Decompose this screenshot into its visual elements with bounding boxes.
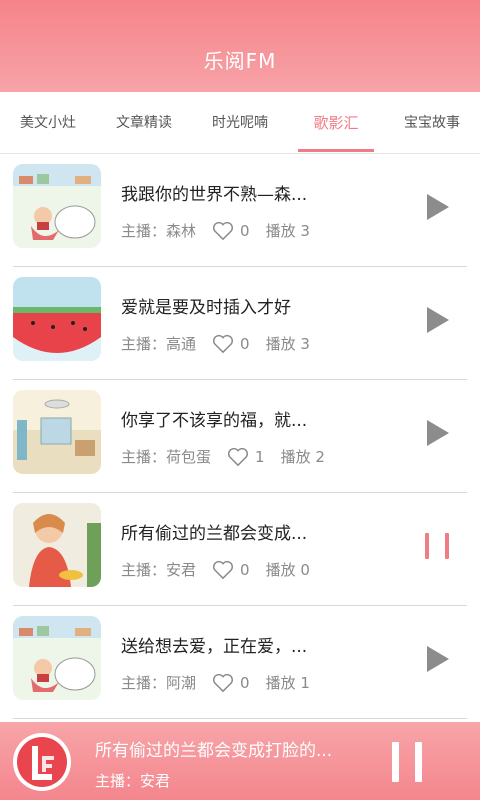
play-icon[interactable] (425, 644, 451, 674)
item-meta: 主播：阿潮 0 播放 1 (121, 672, 310, 693)
app-logo-icon (13, 733, 71, 791)
list-item[interactable]: 你享了不该享的福，就... 主播：荷包蛋 1 播放 2 (13, 380, 467, 493)
heart-icon[interactable] (212, 334, 234, 354)
like-count: 0 (240, 334, 250, 353)
heart-icon[interactable] (212, 560, 234, 580)
anchor-name: 主播：高通 (121, 335, 197, 353)
item-title: 爱就是要及时插入才好 (121, 298, 291, 318)
item-meta: 主播：安君 0 播放 0 (121, 559, 310, 580)
item-title: 我跟你的世界不熟—森... (121, 185, 308, 205)
anchor-name: 主播：森林 (121, 222, 197, 240)
play-count: 播放 3 (265, 335, 310, 353)
tab-shiguang[interactable]: 时光呢喃 (192, 92, 288, 154)
like-count: 0 (240, 221, 250, 240)
item-meta: 主播：森林 0 播放 3 (121, 220, 310, 241)
heart-icon[interactable] (212, 221, 234, 241)
anchor-name: 主播：阿潮 (121, 674, 197, 692)
list-item[interactable]: 送给想去爱，正在爱，... 主播：阿潮 0 播放 1 (13, 606, 467, 719)
tab-geying[interactable]: 歌影汇 (288, 92, 384, 154)
item-meta: 主播：高通 0 播放 3 (121, 333, 310, 354)
play-count: 播放 1 (265, 674, 310, 692)
now-playing-bar[interactable]: 所有偷过的兰都会变成打脸的... 主播：安君 (0, 722, 480, 800)
app-title: 乐阅FM (203, 49, 277, 73)
heart-icon[interactable] (227, 447, 249, 467)
anchor-name: 主播：荷包蛋 (121, 448, 212, 466)
play-count: 播放 3 (265, 222, 310, 240)
anchor-name: 主播：安君 (121, 561, 197, 579)
play-icon[interactable] (425, 418, 451, 448)
cover-image (13, 390, 101, 474)
app-header: 乐阅FM (0, 0, 480, 92)
list-item[interactable]: 所有偷过的兰都会变成... 主播：安君 0 播放 0 (13, 493, 467, 606)
heart-icon[interactable] (212, 673, 234, 693)
cover-image (13, 164, 101, 248)
list-item[interactable]: 爱就是要及时插入才好 主播：高通 0 播放 3 (13, 267, 467, 380)
like-count: 0 (240, 560, 250, 579)
cover-image (13, 503, 101, 587)
like-count: 1 (255, 447, 265, 466)
play-icon[interactable] (425, 192, 451, 222)
item-title: 所有偷过的兰都会变成... (121, 524, 308, 544)
item-meta: 主播：荷包蛋 1 播放 2 (121, 446, 325, 467)
like-count: 0 (240, 673, 250, 692)
cover-image (13, 277, 101, 361)
tab-jingdu[interactable]: 文章精读 (96, 92, 192, 154)
category-tabs: 美文小灶 文章精读 时光呢喃 歌影汇 宝宝故事 (0, 92, 480, 154)
pause-icon[interactable] (392, 742, 422, 782)
item-title: 送给想去爱，正在爱，... (121, 637, 308, 657)
cover-image (13, 616, 101, 700)
pause-icon[interactable] (425, 533, 449, 559)
list-item[interactable]: 我跟你的世界不熟—森... 主播：森林 0 播放 3 (13, 154, 467, 267)
now-playing-title: 所有偷过的兰都会变成打脸的... (95, 741, 333, 761)
play-count: 播放 2 (280, 448, 325, 466)
tab-meiwen[interactable]: 美文小灶 (0, 92, 96, 154)
item-title: 你享了不该享的福，就... (121, 411, 308, 431)
play-icon[interactable] (425, 305, 451, 335)
now-playing-anchor: 主播：安君 (95, 772, 171, 790)
play-count: 播放 0 (265, 561, 310, 579)
tab-baobao[interactable]: 宝宝故事 (384, 92, 480, 154)
audio-list: 我跟你的世界不熟—森... 主播：森林 0 播放 3 爱就是要及时插入才好 主播… (0, 154, 480, 719)
